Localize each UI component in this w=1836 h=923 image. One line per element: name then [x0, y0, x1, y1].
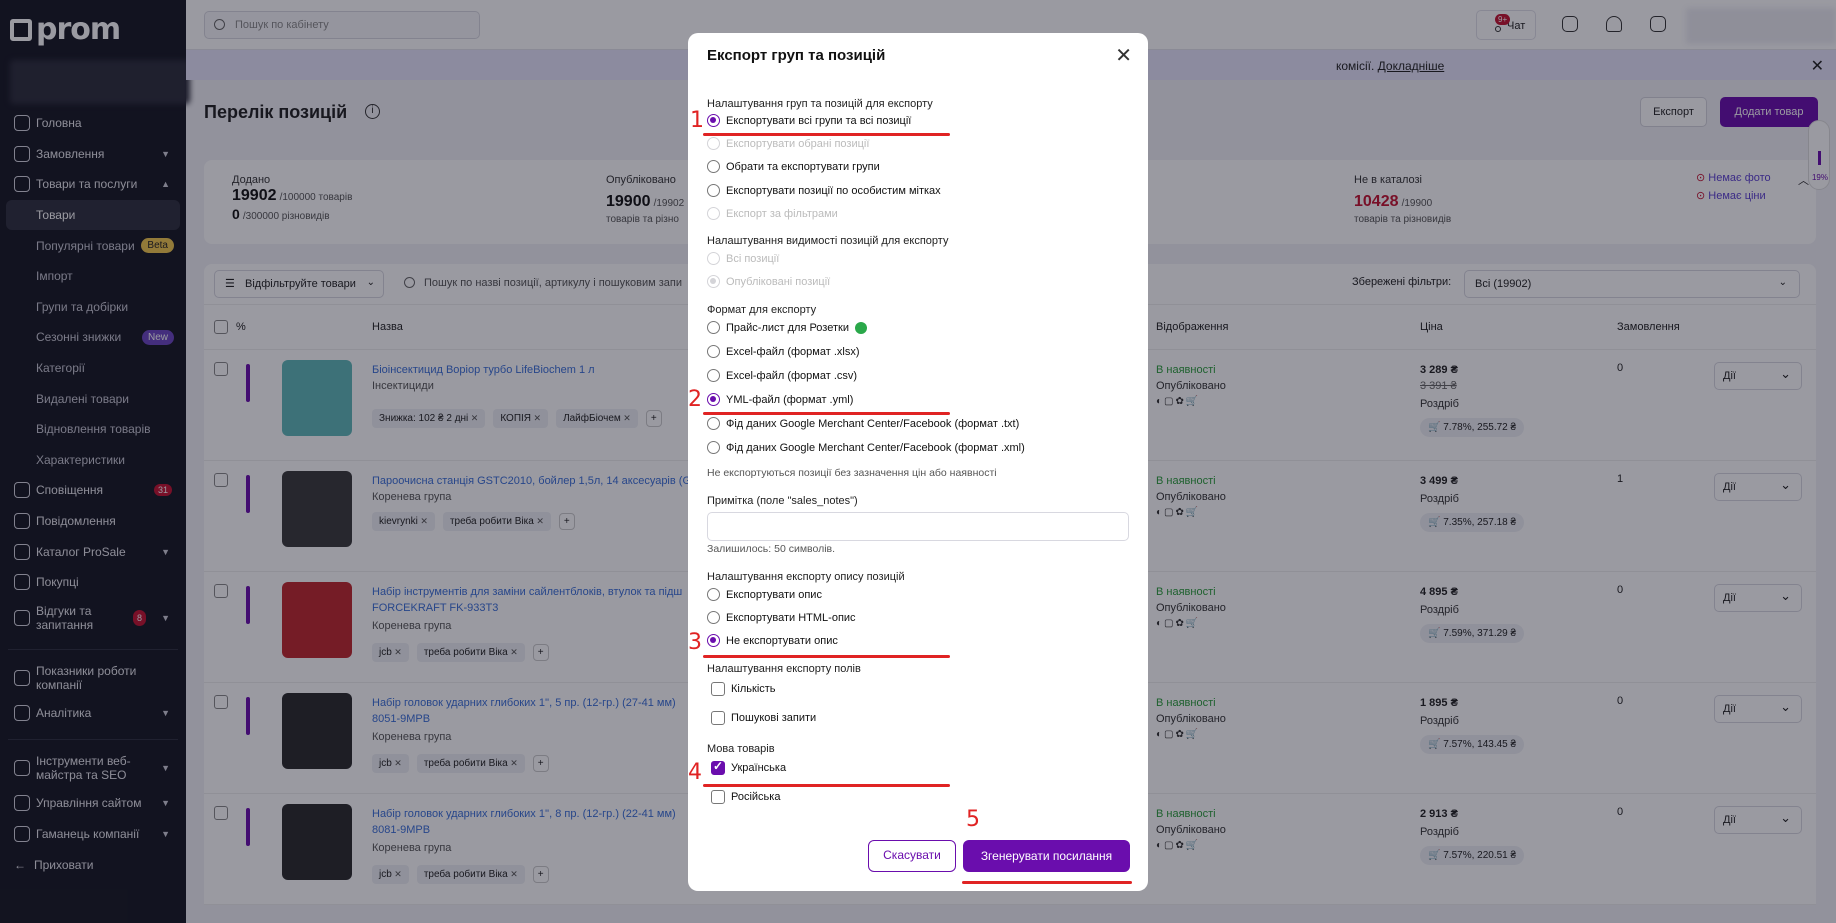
option-label: Фід даних Google Merchant Center/Faceboo…	[726, 441, 1025, 454]
checkbox-checked	[711, 759, 725, 775]
radio-export-all[interactable]: Експортувати всі групи та всі позиції	[707, 114, 911, 127]
annotation-number: 2	[688, 387, 702, 412]
radio-export-description[interactable]: Експортувати опис	[707, 588, 822, 601]
option-label: Експортувати всі групи та всі позиції	[726, 114, 912, 127]
radio-format-yml[interactable]: YML-файл (формат .yml)	[707, 393, 853, 406]
checkbox-quantity[interactable]: Кількість	[711, 682, 776, 696]
checkbox-russian[interactable]: Російська	[711, 790, 780, 804]
section-groups-label: Налаштування груп та позицій для експорт…	[707, 98, 933, 110]
radio-no-description[interactable]: Не експортувати опис	[707, 634, 838, 647]
section-description-label: Налаштування експорту опису позицій	[707, 571, 905, 583]
sales-notes-label: Примітка (поле "sales_notes")	[707, 495, 858, 507]
section-language-label: Мова товарів	[707, 743, 775, 755]
radio-export-by-tags[interactable]: Експортувати позиції по особистим мітках	[707, 184, 941, 197]
option-label: Експортувати HTML-опис	[726, 611, 856, 624]
option-label: Прайс-лист для Розетки	[726, 321, 849, 334]
option-label: Excel-файл (формат .xlsx)	[726, 345, 860, 358]
option-label: Excel-файл (формат .csv)	[726, 369, 858, 382]
section-visibility-label: Налаштування видимості позицій для експо…	[707, 235, 949, 247]
chars-left: Залишилось: 50 символів.	[707, 543, 836, 555]
annotation-number: 3	[688, 630, 702, 655]
section-fields-label: Налаштування експорту полів	[707, 663, 861, 675]
annotation-underline	[703, 133, 950, 136]
annotation-underline	[703, 412, 950, 415]
option-label: YML-файл (формат .yml)	[726, 393, 854, 406]
modal-title: Експорт груп та позицій	[707, 47, 886, 64]
annotation-underline	[962, 881, 1132, 884]
radio-export-html-description[interactable]: Експортувати HTML-опис	[707, 611, 856, 624]
format-note: Не експортуються позиції без зазначення …	[707, 467, 997, 479]
radio-format-gmc-txt[interactable]: Фід даних Google Merchant Center/Faceboo…	[707, 417, 1019, 430]
radio	[707, 345, 720, 358]
option-label: Експортувати опис	[726, 588, 822, 601]
radio	[707, 160, 720, 173]
checkbox-search-queries[interactable]: Пошукові запити	[711, 711, 816, 725]
radio-format-csv[interactable]: Excel-файл (формат .csv)	[707, 369, 857, 382]
radio	[707, 611, 720, 624]
radio	[707, 588, 720, 601]
radio-selected	[707, 393, 720, 406]
option-label: Експортувати позиції по особистим мітках	[726, 184, 941, 197]
annotation-underline	[703, 655, 950, 658]
radio-selected	[707, 114, 720, 127]
radio-disabled	[707, 275, 720, 288]
close-icon[interactable]: ✕	[1115, 43, 1132, 68]
radio-format-rozetka[interactable]: Прайс-лист для Розетки	[707, 321, 867, 334]
radio	[707, 441, 720, 454]
generate-link-button[interactable]: Згенерувати посилання	[963, 840, 1130, 872]
option-label: Експорт за фільтрами	[726, 207, 838, 220]
radio-selected	[707, 634, 720, 647]
radio	[707, 369, 720, 382]
export-modal: Експорт груп та позицій ✕ Налаштування г…	[688, 33, 1148, 891]
option-label: Не експортувати опис	[726, 634, 838, 647]
radio-all-positions: Всі позиції	[707, 252, 779, 265]
radio-format-gmc-xml[interactable]: Фід даних Google Merchant Center/Faceboo…	[707, 441, 1025, 454]
rozetka-icon	[854, 321, 867, 334]
option-label: Кількість	[731, 683, 776, 695]
radio-select-groups[interactable]: Обрати та експортувати групи	[707, 160, 880, 173]
option-label: Фід даних Google Merchant Center/Faceboo…	[726, 417, 1020, 430]
checkbox	[711, 711, 725, 725]
radio-disabled	[707, 252, 720, 265]
option-label: Опубліковані позиції	[726, 275, 831, 288]
option-label: Українська	[731, 762, 787, 774]
annotation-number: 5	[966, 807, 980, 832]
radio-export-selected: Експортувати обрані позиції	[707, 137, 869, 150]
option-label: Експортувати обрані позиції	[726, 137, 870, 150]
checkbox	[711, 790, 725, 804]
checkbox-ukrainian[interactable]: Українська	[711, 759, 787, 775]
option-label: Обрати та експортувати групи	[726, 160, 880, 173]
radio-export-by-filters: Експорт за фільтрами	[707, 207, 838, 220]
radio	[707, 184, 720, 197]
radio-disabled	[707, 207, 720, 220]
radio-format-xlsx[interactable]: Excel-файл (формат .xlsx)	[707, 345, 860, 358]
annotation-underline	[703, 784, 950, 787]
checkbox	[711, 682, 725, 696]
radio-disabled	[707, 137, 720, 150]
cancel-button[interactable]: Скасувати	[868, 840, 956, 872]
sales-notes-input[interactable]	[707, 512, 1129, 541]
radio	[707, 417, 720, 430]
annotation-number: 1	[690, 108, 704, 133]
radio-published-positions: Опубліковані позиції	[707, 275, 830, 288]
section-format-label: Формат для експорту	[707, 304, 817, 316]
annotation-number: 4	[688, 760, 702, 785]
radio	[707, 321, 720, 334]
option-label: Пошукові запити	[731, 712, 817, 724]
option-label: Російська	[731, 791, 781, 803]
option-label: Всі позиції	[726, 252, 780, 265]
